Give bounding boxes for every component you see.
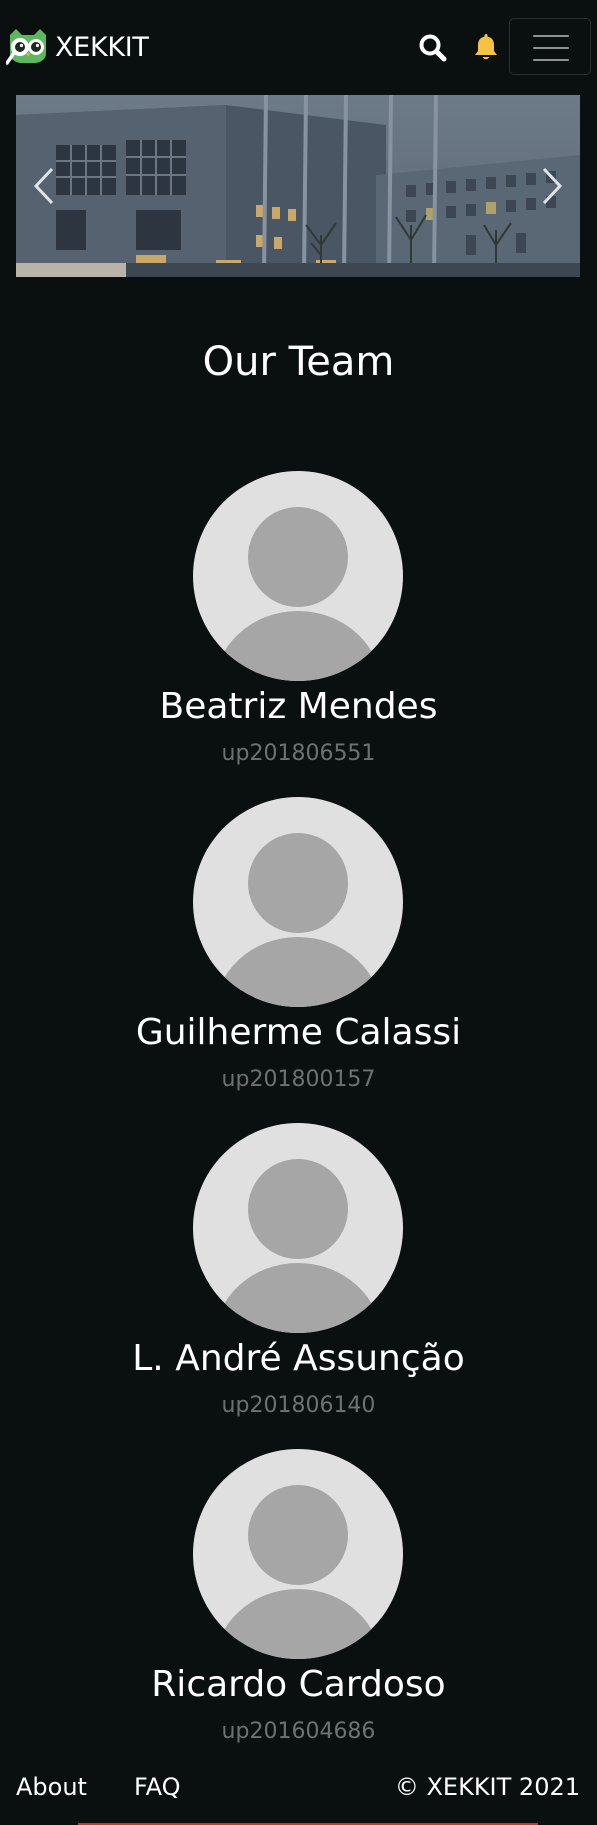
- member-name: Ricardo Cardoso: [151, 1664, 446, 1705]
- footer-copyright: © XEKKIT 2021: [394, 1773, 580, 1801]
- carousel-next-button[interactable]: [520, 95, 580, 277]
- menu-toggle-button[interactable]: [509, 18, 591, 75]
- team-member-card: Beatriz Mendes up201806551: [0, 471, 597, 771]
- member-id: up201806551: [221, 741, 376, 766]
- search-button[interactable]: [417, 32, 449, 64]
- avatar-placeholder-icon: [193, 471, 403, 681]
- brand-link[interactable]: XEKKIT: [6, 26, 149, 68]
- bell-icon: [475, 34, 497, 60]
- member-name: L. André Assunção: [132, 1338, 465, 1379]
- member-name: Guilherme Calassi: [135, 1012, 462, 1053]
- brand-name: XEKKIT: [55, 31, 149, 63]
- owl-logo-icon: [6, 29, 46, 65]
- team-member-card: Ricardo Cardoso up201604686: [0, 1449, 597, 1749]
- search-icon: [419, 34, 447, 62]
- member-id: up201800157: [221, 1067, 376, 1092]
- footer-about-link[interactable]: About: [16, 1765, 87, 1809]
- team-member-card: L. André Assunção up201806140: [0, 1123, 597, 1423]
- avatar-placeholder-icon: [193, 1449, 403, 1659]
- avatar-placeholder-icon: [193, 1123, 403, 1333]
- navbar: XEKKIT: [0, 0, 597, 92]
- member-id: up201604686: [221, 1719, 376, 1744]
- member-id: up201806140: [221, 1393, 376, 1418]
- footer-faq-link[interactable]: FAQ: [134, 1765, 181, 1809]
- chevron-right-icon: [542, 167, 563, 205]
- notifications-button[interactable]: [472, 32, 500, 62]
- hamburger-icon: [533, 35, 569, 61]
- chevron-left-icon: [33, 167, 54, 205]
- image-carousel: [16, 95, 580, 277]
- carousel-slide-image: [16, 95, 580, 277]
- section-title: Our Team: [202, 339, 395, 385]
- avatar-placeholder-icon: [193, 797, 403, 1007]
- footer: About FAQ © XEKKIT 2021: [0, 1765, 597, 1825]
- team-member-card: Guilherme Calassi up201800157: [0, 797, 597, 1097]
- member-name: Beatriz Mendes: [159, 686, 438, 727]
- carousel-prev-button[interactable]: [16, 95, 76, 277]
